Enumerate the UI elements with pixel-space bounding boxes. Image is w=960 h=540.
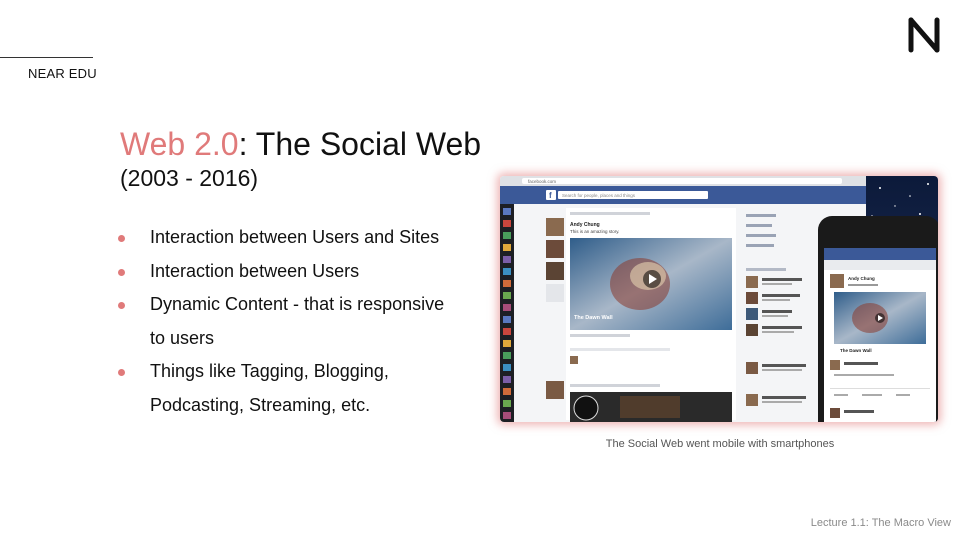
- brand-label: NEAR EDU: [28, 66, 97, 81]
- bullet-item: Interaction between Users and Sites: [118, 221, 458, 255]
- bullet-dot-icon: [118, 235, 125, 242]
- post-text: This is an amazing story.: [570, 229, 619, 234]
- header-rule: [0, 57, 93, 58]
- phone-video-title: The Dawn Wall: [840, 348, 872, 353]
- svg-text:f: f: [549, 191, 552, 200]
- bullet-item: Things like Tagging, Blogging, Podcastin…: [118, 355, 458, 422]
- address-bar[interactable]: [522, 178, 842, 184]
- slide-title: Web 2.0: The Social Web: [120, 125, 481, 163]
- bullet-text: Interaction between Users: [150, 260, 360, 281]
- title-rest: : The Social Web: [238, 126, 482, 162]
- bullet-text: Interaction between Users and Sites: [150, 227, 440, 247]
- post-author: Andy Chung: [570, 222, 600, 228]
- video-title: The Dawn Wall: [574, 315, 613, 321]
- bullet-item: Interaction between Users: [118, 255, 458, 289]
- bullet-dot-icon: [118, 302, 125, 309]
- slide-subtitle: (2003 - 2016): [120, 165, 259, 191]
- bullet-text: Dynamic Content - that is responsive to …: [150, 294, 445, 348]
- address-url: facebook.com: [528, 179, 556, 184]
- lecture-footer: Lecture 1.1: The Macro View: [810, 517, 951, 529]
- bullet-dot-icon: [118, 268, 125, 276]
- facebook-screenshot-illustration: facebook.com f Search for people, places…: [500, 176, 938, 422]
- bullet-list: Interaction between Users and Sites Inte…: [118, 221, 458, 422]
- bullet-item: Dynamic Content - that is responsive to …: [118, 288, 458, 355]
- title-accent: Web 2.0: [120, 126, 239, 162]
- search-placeholder: Search for people, places and things: [562, 193, 636, 198]
- phone-post-author: Andy Chung: [848, 276, 875, 281]
- screenshot-caption: The Social Web went mobile with smartpho…: [605, 438, 835, 450]
- facebook-screenshot: facebook.com f Search for people, places…: [500, 176, 938, 422]
- smartphone: Andy Chung The Dawn Wall: [818, 216, 938, 422]
- bullet-dot-icon: [118, 369, 125, 376]
- bullet-text: Things like Tagging, Blogging, Podcastin…: [150, 361, 389, 415]
- near-logo-icon: [908, 17, 940, 53]
